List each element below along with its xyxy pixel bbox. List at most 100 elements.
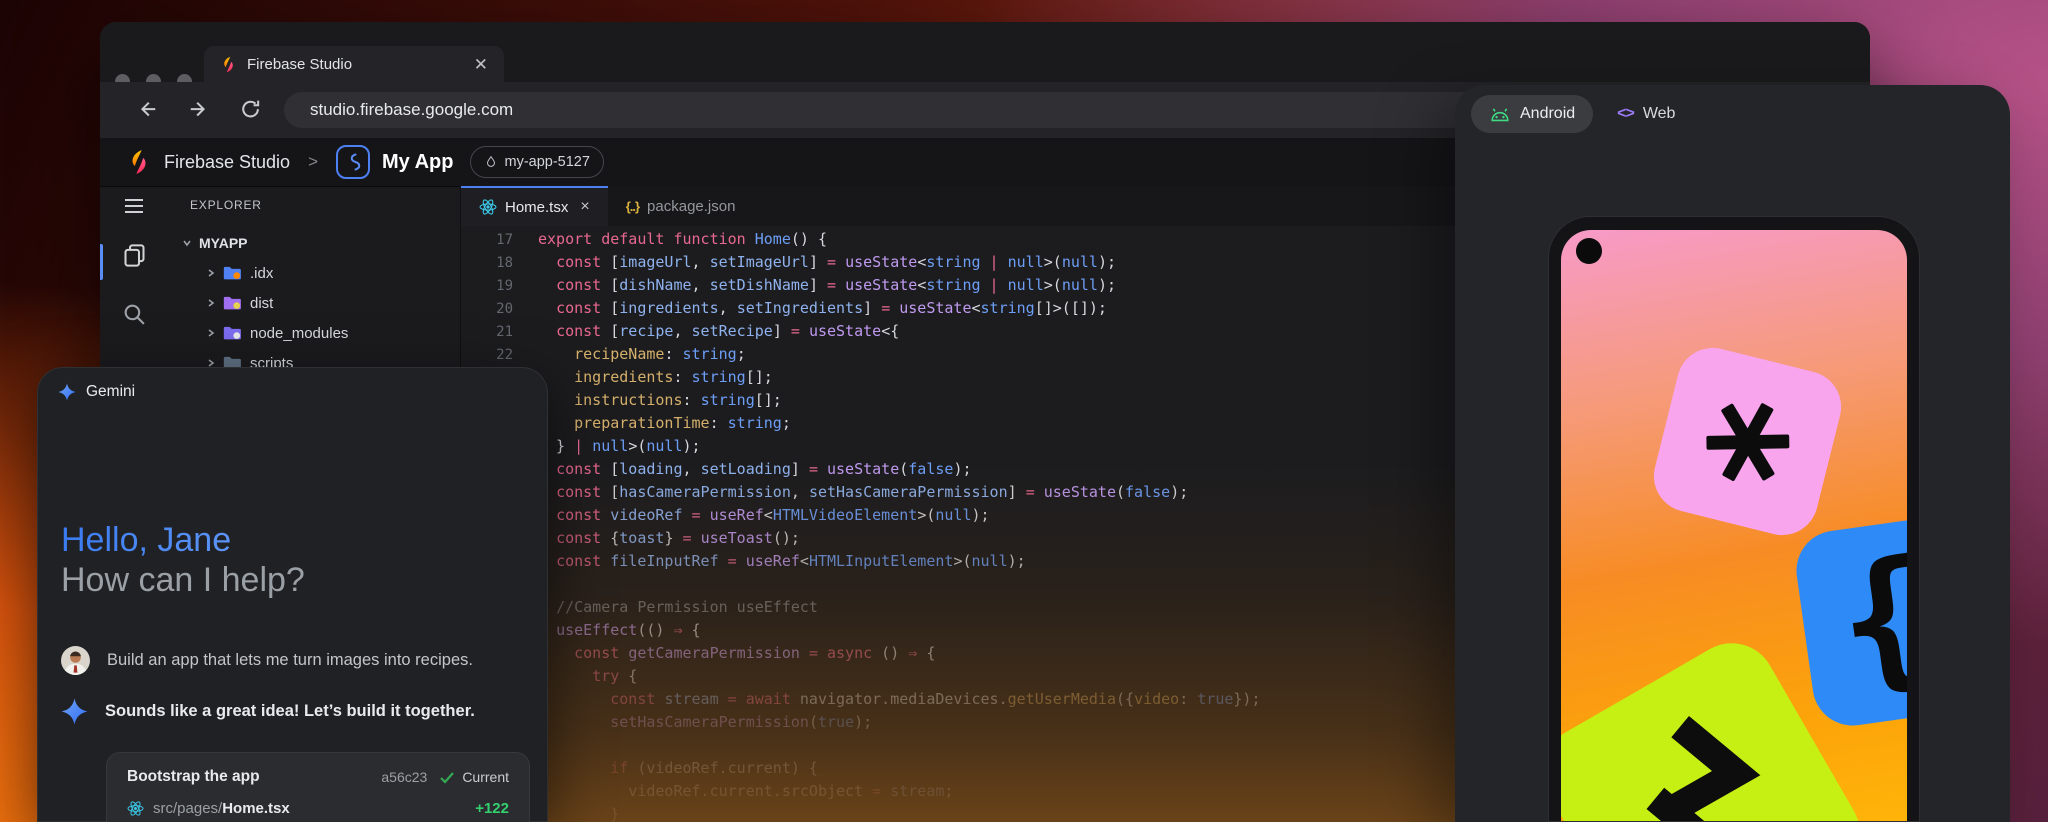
folder-name: dist bbox=[250, 295, 273, 312]
bootstrap-step-card[interactable]: Bootstrap the app a56c23 Current src/pag… bbox=[106, 752, 530, 822]
chevron-right-icon bbox=[206, 298, 216, 308]
workspace-name[interactable]: My App bbox=[382, 151, 453, 174]
greeting-line-2: How can I help? bbox=[61, 560, 305, 600]
code-line: 40 if (videoRef.current) { bbox=[461, 757, 1261, 780]
search-view-button[interactable] bbox=[100, 302, 168, 327]
code-line: 42 } bbox=[461, 803, 1261, 822]
tile-curly-brace: { bbox=[1791, 509, 1907, 730]
folder-name: .idx bbox=[250, 265, 273, 282]
toggle-label: Web bbox=[1643, 105, 1676, 123]
menu-button[interactable] bbox=[100, 194, 168, 218]
asterisk-icon bbox=[1685, 379, 1810, 504]
gemini-greeting: Hello, Jane How can I help? bbox=[61, 520, 305, 600]
code-line: 19 const [dishName, setDishName] = useSt… bbox=[461, 274, 1261, 297]
reload-icon[interactable] bbox=[240, 99, 262, 121]
forward-icon[interactable] bbox=[188, 99, 210, 121]
gemini-spark-icon bbox=[58, 383, 76, 401]
browser-tab[interactable]: Firebase Studio ✕ bbox=[204, 46, 504, 82]
code-line: 36 try { bbox=[461, 665, 1261, 688]
react-icon bbox=[127, 800, 144, 817]
marketing-scene: Firebase Studio ✕ studio.firebase.google… bbox=[0, 0, 2048, 822]
check-icon bbox=[439, 771, 455, 784]
code-line: 27 const [loading, setLoading] = useStat… bbox=[461, 458, 1261, 481]
chevron-right-icon bbox=[206, 268, 216, 278]
platform-toggle: Android <> Web bbox=[1471, 95, 1693, 133]
chevron-right-icon bbox=[206, 328, 216, 338]
code-line: 29 const videoRef = useRef<HTMLVideoElem… bbox=[461, 504, 1261, 527]
gemini-header: Gemini bbox=[58, 383, 135, 401]
code-line: 25 preparationTime: string; bbox=[461, 412, 1261, 435]
files-icon bbox=[121, 242, 148, 269]
breadcrumb-separator: > bbox=[308, 152, 318, 172]
tree-item-.idx[interactable]: .idx bbox=[168, 258, 460, 288]
tab-close-icon[interactable]: × bbox=[580, 198, 589, 216]
editor-tab-package-json[interactable]: {..} package.json bbox=[608, 186, 754, 226]
tab-close-icon[interactable]: ✕ bbox=[474, 56, 488, 73]
code-line: 34 useEffect(() ⇒ { bbox=[461, 619, 1261, 642]
chevrons-icon bbox=[1634, 710, 1769, 821]
camera-punch-hole bbox=[1576, 238, 1602, 264]
browser-tab-title: Firebase Studio bbox=[247, 56, 474, 73]
code-line: 23 ingredients: string[]; bbox=[461, 366, 1261, 389]
code-line: 38 setHasCameraPermission(true); bbox=[461, 711, 1261, 734]
chat-message-user: Build an app that lets me turn images in… bbox=[61, 646, 473, 675]
gemini-title: Gemini bbox=[86, 383, 135, 401]
project-id-pill[interactable]: my-app-5127 bbox=[470, 146, 604, 178]
folder-name: node_modules bbox=[250, 325, 348, 342]
firebase-favicon bbox=[220, 56, 237, 73]
tree-item-node_modules[interactable]: node_modules bbox=[168, 318, 460, 348]
commit-hash: a56c23 bbox=[381, 769, 427, 785]
code-line: 39 bbox=[461, 734, 1261, 757]
code-line: 26 } | null>(null); bbox=[461, 435, 1261, 458]
project-id: my-app-5127 bbox=[505, 154, 590, 170]
android-phone-frame: { bbox=[1548, 216, 1920, 822]
gemini-panel: Gemini Hello, Jane How can I help? Build… bbox=[37, 367, 548, 822]
code-line: 17export default function Home() { bbox=[461, 228, 1261, 251]
code-line: 31 const fileInputRef = useRef<HTMLInput… bbox=[461, 550, 1261, 573]
phone-screen: { bbox=[1561, 230, 1907, 821]
toggle-web[interactable]: <> Web bbox=[1599, 95, 1693, 133]
curly-brace-glyph: { bbox=[1828, 527, 1907, 712]
explorer-title: EXPLORER bbox=[190, 198, 262, 212]
code-line: 33 //Camera Permission useEffect bbox=[461, 596, 1261, 619]
gemini-spark-icon bbox=[61, 698, 88, 725]
tab-label: package.json bbox=[647, 198, 735, 215]
user-avatar bbox=[61, 646, 90, 675]
folder-icon bbox=[223, 295, 243, 312]
toggle-android[interactable]: Android bbox=[1471, 95, 1593, 133]
explorer-view-button[interactable] bbox=[100, 242, 168, 269]
gemini-message-text: Sounds like a great idea! Let’s build it… bbox=[105, 702, 475, 721]
code-line: 22 recipeName: string; bbox=[461, 343, 1261, 366]
editor-tab-home-tsx[interactable]: Home.tsx × bbox=[461, 186, 608, 226]
status-badge: Current bbox=[462, 769, 509, 785]
back-icon[interactable] bbox=[136, 99, 158, 121]
tile-asterisk bbox=[1646, 340, 1848, 542]
tree-root-myapp[interactable]: MYAPP bbox=[168, 228, 460, 258]
search-icon bbox=[122, 302, 147, 327]
chevron-down-icon bbox=[182, 238, 192, 248]
react-icon bbox=[479, 198, 497, 216]
browser-titlebar: Firebase Studio ✕ bbox=[100, 22, 1870, 82]
app-prototyper-icon bbox=[336, 145, 370, 179]
code-line: 20 const [ingredients, setIngredients] =… bbox=[461, 297, 1261, 320]
preview-panel: Android <> Web bbox=[1455, 85, 2010, 822]
drop-icon bbox=[484, 154, 498, 170]
product-name: Firebase Studio bbox=[164, 152, 290, 173]
code-line: 28 const [hasCameraPermission, setHasCam… bbox=[461, 481, 1261, 504]
root-folder-name: MYAPP bbox=[199, 235, 248, 251]
json-braces-icon: {..} bbox=[626, 199, 639, 214]
diff-added-count: +122 bbox=[475, 800, 509, 817]
code-line: 41 videoRef.current.srcObject = stream; bbox=[461, 780, 1261, 803]
code-line: 30 const {toast} = useToast(); bbox=[461, 527, 1261, 550]
greeting-line-1: Hello, Jane bbox=[61, 520, 305, 560]
url-text: studio.firebase.google.com bbox=[310, 100, 513, 120]
code-brackets-icon: <> bbox=[1617, 105, 1634, 123]
toggle-label: Android bbox=[1520, 105, 1575, 123]
changed-file-path: src/pages/Home.tsx bbox=[153, 800, 466, 817]
tab-label: Home.tsx bbox=[505, 199, 568, 216]
firebase-logo-icon bbox=[126, 149, 152, 175]
code-line: 21 const [recipe, setRecipe] = useState<… bbox=[461, 320, 1261, 343]
tree-item-dist[interactable]: dist bbox=[168, 288, 460, 318]
user-message-text: Build an app that lets me turn images in… bbox=[107, 651, 473, 670]
code-line: 35 const getCameraPermission = async () … bbox=[461, 642, 1261, 665]
